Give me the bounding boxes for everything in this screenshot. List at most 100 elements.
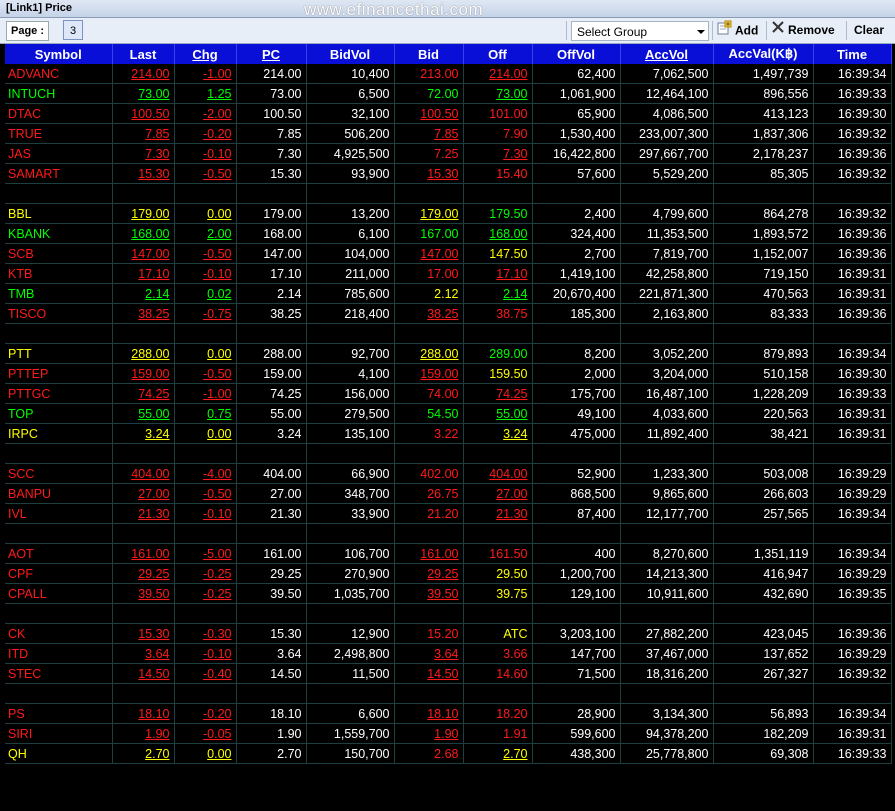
last-cell-value: 159.00 [131,366,170,381]
time-cell-value: 16:39:29 [837,486,887,501]
table-row[interactable]: PTT 288.00 0.00 288.00 92,700 288.00 289.00 8,2… [5,343,892,364]
bid-cell: 159.00 [394,363,464,384]
pc-cell [236,523,307,544]
table-row[interactable]: TOP 55.00 0.75 55.00 279,500 54.50 55.00 49,100… [5,403,892,424]
table-row[interactable]: DTAC 100.50 -2.00 100.50 32,100 100.50 101.00 6… [5,103,892,124]
column-header-pc[interactable]: PC [236,44,307,64]
off-cell: 15.40 [463,163,533,184]
bid-cell-value: 29.25 [427,566,459,581]
table-row[interactable]: KBANK 168.00 2.00 168.00 6,100 167.00 168.00 32… [5,223,892,244]
table-row[interactable]: KTB 17.10 -0.10 17.10 211,000 17.00 17.10 1,419… [5,263,892,284]
accvol-cell [620,523,714,544]
bid-cell: 1.90 [394,723,464,744]
table-row[interactable]: TMB 2.14 0.02 2.14 785,600 2.12 2.14 20,670,400… [5,283,892,304]
table-row[interactable]: TRUE 7.85 -0.20 7.85 506,200 7.85 7.90 1,530,40… [5,123,892,144]
table-row[interactable]: IRPC 3.24 0.00 3.24 135,100 3.22 3.24 475,000 11… [5,423,892,444]
bid-cell-value: 2.68 [434,746,459,761]
table-row[interactable]: CPF 29.25 -0.25 29.25 270,900 29.25 29.50 1,200… [5,563,892,584]
last-cell-value: 179.00 [131,206,170,221]
accvol-cell: 11,892,400 [620,423,714,444]
column-header-accval[interactable]: AccVal(K฿) [713,44,814,64]
offvol-cell: 2,400 [532,203,621,224]
symbol-cell: BBL [5,203,113,224]
offvol-cell: 16,422,800 [532,143,621,164]
clear-button-label: Clear [854,23,885,37]
column-header-chg[interactable]: Chg [174,44,237,64]
table-row[interactable]: ITD 3.64 -0.10 3.64 2,498,800 3.64 3.66 147,700… [5,643,892,664]
table-row[interactable]: IVL 21.30 -0.10 21.30 33,900 21.20 21.30 87,400… [5,503,892,524]
chg-cell-value: -0.50 [203,246,232,261]
symbol-cell: SCB [5,243,113,264]
table-row[interactable]: QH 2.70 0.00 2.70 150,700 2.68 2.70 438,300 25,7… [5,743,892,764]
offvol-cell: 438,300 [532,743,621,764]
pc-cell-value: 7.30 [277,146,302,161]
last-cell [112,443,175,464]
bidvol-cell [306,443,395,464]
table-row[interactable]: TISCO 38.25 -0.75 38.25 218,400 38.25 38.75 185… [5,303,892,324]
column-header-last[interactable]: Last [112,44,175,64]
bidvol-cell-value: 106,700 [344,546,390,561]
symbol-cell [5,683,113,704]
table-row[interactable]: INTUCH 73.00 1.25 73.00 6,500 72.00 73.00 1,061… [5,83,892,104]
add-button[interactable]: Add [716,20,758,41]
symbol-cell: STEC [5,663,113,684]
table-row[interactable]: PS 18.10 -0.20 18.10 6,600 18.10 18.20 28,900 3,… [5,703,892,724]
bid-cell: 2.68 [394,743,464,764]
accval-cell [713,683,814,704]
table-row[interactable]: PTTGC 74.25 -1.00 74.25 156,000 74.00 74.25 175… [5,383,892,404]
time-cell: 16:39:29 [813,483,892,504]
table-row[interactable]: CK 15.30 -0.30 15.30 12,900 15.20 ATC 3,203,100… [5,623,892,644]
chg-cell-value: -0.75 [203,306,232,321]
page-number-input[interactable]: 3 [63,20,83,40]
column-header-time[interactable]: Time [813,44,892,64]
symbol-cell: KBANK [5,223,113,244]
accval-cell-value: 257,565 [763,506,809,521]
column-header-offvol[interactable]: OffVol [532,44,621,64]
table-row[interactable]: PTTEP 159.00 -0.50 159.00 4,100 159.00 159.50 2… [5,363,892,384]
table-row[interactable]: STEC 14.50 -0.40 14.50 11,500 14.50 14.60 71,50… [5,663,892,684]
accvol-cell: 4,799,600 [620,203,714,224]
table-row[interactable]: JAS 7.30 -0.10 7.30 4,925,500 7.25 7.30 16,422,… [5,143,892,164]
column-header-symbol[interactable]: Symbol [5,44,113,64]
accvol-cell-value: 4,086,500 [652,106,709,121]
table-row[interactable]: ADVANC 214.00 -1.00 214.00 10,400 213.00 214.0… [5,64,892,84]
accvol-cell: 221,871,300 [620,283,714,304]
column-header-bid[interactable]: Bid [394,44,464,64]
column-header-accvol[interactable]: AccVol [620,44,714,64]
accval-cell-value: 266,603 [763,486,809,501]
accval-cell-value: 1,152,007 [752,246,809,261]
off-cell: 29.50 [463,563,533,584]
offvol-cell-value: 324,400 [570,226,616,241]
off-cell: 289.00 [463,343,533,364]
table-row[interactable]: AOT 161.00 -5.00 161.00 106,700 161.00 161.50 4… [5,543,892,564]
offvol-cell: 175,700 [532,383,621,404]
bidvol-cell: 4,925,500 [306,143,395,164]
remove-button[interactable]: Remove [771,20,835,41]
table-row[interactable]: SCC 404.00 -4.00 404.00 66,900 402.00 404.00 52… [5,463,892,484]
bid-cell: 7.25 [394,143,464,164]
last-cell: 2.70 [112,743,175,764]
column-header-bidvol[interactable]: BidVol [306,44,395,64]
pc-cell: 17.10 [236,263,307,284]
table-row[interactable]: SAMART 15.30 -0.50 15.30 93,900 15.30 15.40 57,… [5,163,892,184]
pc-cell: 404.00 [236,463,307,484]
chg-cell: -0.20 [174,703,237,724]
offvol-cell: 475,000 [532,423,621,444]
chg-cell [174,683,237,704]
group-select[interactable]: Select Group [571,21,709,41]
bid-cell-value: 288.00 [420,346,459,361]
bidvol-cell-value: 348,700 [344,486,390,501]
table-row[interactable]: BBL 179.00 0.00 179.00 13,200 179.00 179.50 2,4… [5,203,892,224]
table-row[interactable]: SCB 147.00 -0.50 147.00 104,000 147.00 147.50 2… [5,243,892,264]
table-row[interactable]: BANPU 27.00 -0.50 27.00 348,700 26.75 27.00 868… [5,483,892,504]
bidvol-cell [306,683,395,704]
table-row[interactable]: CPALL 39.50 -0.25 39.50 1,035,700 39.50 39.75 1… [5,583,892,604]
time-cell-value: 16:39:33 [837,746,887,761]
table-row[interactable]: SIRI 1.90 -0.05 1.90 1,559,700 1.90 1.91 599,60… [5,723,892,744]
symbol-cell: PTTEP [5,363,113,384]
clear-button[interactable]: Clear [854,20,884,41]
column-header-off[interactable]: Off [463,44,533,64]
chg-cell-value: -0.30 [203,626,232,641]
off-cell: 2.70 [463,743,533,764]
accvol-cell [620,443,714,464]
